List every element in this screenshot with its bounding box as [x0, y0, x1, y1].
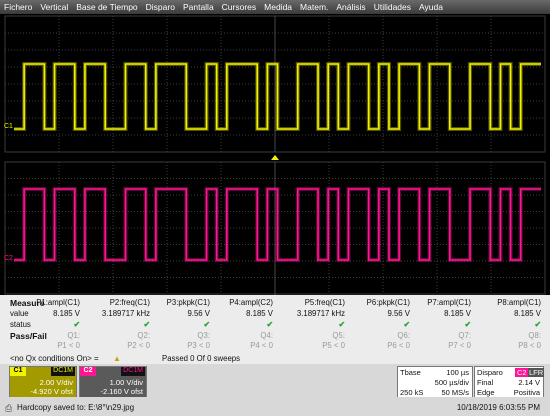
param-name-3[interactable]: P3:pkpk(C1)	[150, 298, 210, 307]
param-status-5: ✔	[338, 320, 345, 329]
q-value-5: P5 < 0	[322, 341, 345, 350]
waveform-display[interactable]: C1 C2	[0, 14, 550, 295]
param-value-6: 9.56 V	[387, 309, 410, 318]
timestamp: 10/18/2019 6:03:55 PM	[456, 403, 540, 412]
param-status-8: ✔	[534, 320, 541, 329]
param-name-6[interactable]: P6:pkpk(C1)	[350, 298, 410, 307]
channel-2-vdiv: 1.00 V/div	[109, 378, 143, 387]
measure-value-row: value 8.185 V 3.189717 kHz 9.56 V 8.185 V 3.…	[0, 309, 550, 319]
timebase-label: Tbase	[400, 368, 421, 377]
menu-item-fichero[interactable]: Fichero	[4, 2, 32, 12]
waveform-graticule	[4, 15, 546, 295]
measure-table: Measure P1:ampl(C1) P2:freq(C1) P3:pkpk(C1…	[0, 295, 550, 353]
q-value-7: P7 < 0	[448, 341, 471, 350]
q-label-3: Q3:	[197, 331, 210, 340]
q-value-6: P6 < 0	[387, 341, 410, 350]
param-name-4[interactable]: P4:ampl(C2)	[213, 298, 273, 307]
q-label-8: Q8:	[528, 331, 541, 340]
channel-1-tag: C1	[10, 367, 26, 376]
warning-icon: ▲	[113, 354, 121, 363]
channel-2-descriptor[interactable]: C2 DC1M 1.00 V/div -2.160 V ofst	[79, 366, 147, 398]
menu-item-utilidades[interactable]: Utilidades	[374, 2, 411, 12]
q-condition-row: P1 < 0 P2 < 0 P3 < 0 P4 < 0 P5 < 0 P6 < 0 P7 <…	[0, 341, 550, 351]
menu-item-pantalla[interactable]: Pantalla	[183, 2, 214, 12]
trigger-descriptor[interactable]: Disparo C2 LFR Final 2.14 V Edge Positiv…	[474, 366, 545, 398]
param-status-3: ✔	[203, 320, 210, 329]
trigger-channel-tag: C2	[515, 368, 529, 377]
param-name-5[interactable]: P5:freq(C1)	[285, 298, 345, 307]
param-status-4: ✔	[266, 320, 273, 329]
q-value-3: P3 < 0	[187, 341, 210, 350]
pass-fail-row: Pass/Fail Q1: Q2: Q3: Q4: Q5: Q6: Q7: Q8:	[0, 331, 550, 341]
menu-item-cursores[interactable]: Cursores	[222, 2, 256, 12]
status-line: ⎙ Hardcopy saved to: E:\8°\n29.jpg 10/18…	[0, 397, 550, 416]
timebase-div: 500 µs/div	[434, 378, 469, 387]
channel-2-trace	[14, 188, 541, 261]
param-value-5: 3.189717 kHz	[296, 309, 345, 318]
q-value-2: P2 < 0	[127, 341, 150, 350]
channel-1-trace	[14, 63, 541, 130]
q-label-5: Q5:	[332, 331, 345, 340]
trigger-type: Edge	[477, 388, 495, 397]
menu-item-base-de-tiempo[interactable]: Base de Tiempo	[76, 2, 137, 12]
trigger-mode-tag: LFR	[528, 368, 545, 377]
q-value-4: P4 < 0	[250, 341, 273, 350]
trigger-slope: Positiva	[513, 388, 540, 397]
param-name-1[interactable]: P1:ampl(C1)	[20, 298, 80, 307]
c2-ground-marker: C2	[4, 255, 13, 262]
timebase-rate: 50 MS/s	[441, 388, 469, 397]
param-value-1: 8.185 V	[53, 309, 80, 318]
param-status-2: ✔	[143, 320, 150, 329]
channel-2-offset: -2.160 V ofst	[100, 387, 143, 396]
menu-item-ayuda[interactable]: Ayuda	[419, 2, 443, 12]
condition-bar: <no Qx conditions On> = ▲ Passed 0 Of 0 …	[0, 353, 550, 364]
param-name-8[interactable]: P8:ampl(C1)	[481, 298, 541, 307]
c1-ground-marker: C1	[4, 123, 13, 130]
condition-label[interactable]: <no Qx conditions On> =	[10, 354, 99, 363]
menu-item-disparo[interactable]: Disparo	[146, 2, 175, 12]
menu-item-an-lisis[interactable]: Análisis	[336, 2, 365, 12]
param-status-6: ✔	[403, 320, 410, 329]
param-name-2[interactable]: P2:freq(C1)	[90, 298, 150, 307]
q-label-7: Q7:	[458, 331, 471, 340]
menu-item-matem[interactable]: Matem.	[300, 2, 328, 12]
menu-item-vertical[interactable]: Vertical	[40, 2, 68, 12]
timebase-delay: 100 µs	[446, 368, 469, 377]
channel-1-vdiv: 2.00 V/div	[39, 378, 73, 387]
trigger-level: 2.14 V	[518, 378, 540, 387]
q-value-1: P1 < 0	[57, 341, 80, 350]
param-value-4: 8.185 V	[246, 309, 273, 318]
timebase-descriptor[interactable]: Tbase 100 µs 500 µs/div 250 kS 50 MS/s	[397, 366, 473, 398]
param-name-7[interactable]: P7:ampl(C1)	[411, 298, 471, 307]
q-label-4: Q4:	[260, 331, 273, 340]
param-status-7: ✔	[464, 320, 471, 329]
q-label-6: Q6:	[397, 331, 410, 340]
channel-1-offset: -4.920 V ofst	[30, 387, 73, 396]
q-label-2: Q2:	[137, 331, 150, 340]
trigger-mode: Final	[477, 378, 494, 387]
sweep-count: Passed 0 Of 0 sweeps	[162, 354, 241, 363]
trigger-position-marker	[271, 155, 279, 160]
channel-1-descriptor[interactable]: C1 DC1M 2.00 V/div -4.920 V ofst	[9, 366, 77, 398]
q-value-8: P8 < 0	[518, 341, 541, 350]
channel-2-coupling: DC1M	[121, 367, 145, 376]
param-status-1: ✔	[73, 320, 80, 329]
trigger-label: Disparo	[477, 368, 503, 377]
param-value-7: 8.185 V	[444, 309, 471, 318]
menu-item-medida[interactable]: Medida	[264, 2, 292, 12]
param-value-3: 9.56 V	[187, 309, 210, 318]
channel-1-coupling: DC1M	[51, 367, 75, 376]
param-value-2: 3.189717 kHz	[101, 309, 150, 318]
measure-status-row: status ✔ ✔ ✔ ✔ ✔ ✔ ✔ ✔	[0, 320, 550, 330]
q-label-1: Q1:	[67, 331, 80, 340]
measure-header-row: Measure P1:ampl(C1) P2:freq(C1) P3:pkpk(C1…	[0, 298, 550, 308]
timebase-samples: 250 kS	[400, 388, 424, 397]
param-value-8: 8.185 V	[514, 309, 541, 318]
menu-bar: Fichero Vertical Base de Tiempo Disparo Pant…	[0, 0, 550, 14]
printer-icon: ⎙	[5, 403, 13, 413]
hardcopy-message: Hardcopy saved to: E:\8°\n29.jpg	[17, 403, 135, 412]
channel-2-tag: C2	[80, 367, 96, 376]
